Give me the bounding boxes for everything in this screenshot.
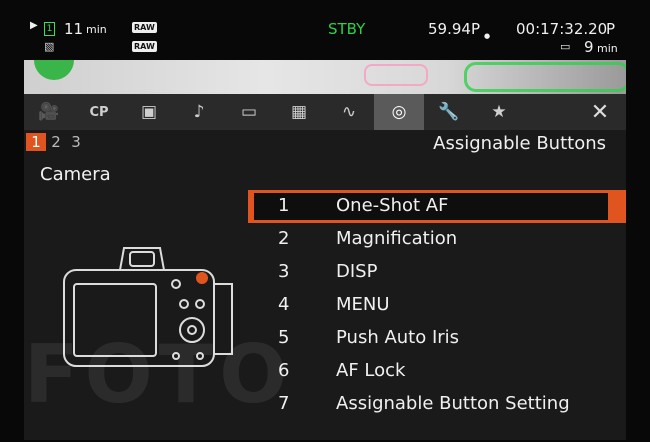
list-item[interactable]: 1 One-Shot AF [248,190,626,223]
page-indicator: 123 [26,133,86,151]
tab-frame[interactable]: ▭ [224,94,274,130]
record-arrow-icon: ▶ [30,20,38,31]
picture-style-icon: ▦ [290,102,308,122]
page-title: Assignable Buttons [433,133,606,154]
wrench-icon: 🔧 [438,102,460,122]
item-label: MENU [336,294,390,315]
list-item[interactable]: 3 DISP [248,256,626,289]
item-number: 6 [278,360,290,381]
rec-time: 11 [64,20,84,38]
tab-movie-camera[interactable]: 🎥 [24,94,74,130]
focus-peaking-mark [34,60,74,80]
raw-badge-1: RAW [132,22,157,33]
camera-settings-icon: ▣ [140,102,158,122]
menu-tabs: 🎥 CP ▣ ♪ ▭ ▦ ∿ ◎ 🔧 ★ ✕ [24,94,626,130]
star-icon: ★ [491,102,507,122]
rec-unit: min [86,23,107,36]
list-item[interactable]: 4 MENU [248,289,626,322]
tab-camera-settings[interactable]: ▣ [124,94,174,130]
raw-badge-2: RAW [132,41,157,52]
page-2[interactable]: 2 [46,133,66,151]
audio-icon: ♪ [193,102,205,122]
item-label: One-Shot AF [336,195,449,216]
tab-custom-function[interactable]: ◎ [374,94,424,130]
close-button[interactable]: ✕ [580,94,620,130]
card-slot-icon: 1 [44,22,55,36]
timecode: 00:17:32.20 [516,20,608,38]
item-label: Assignable Button Setting [336,393,570,414]
tab-audio[interactable]: ♪ [174,94,224,130]
battery-unit: min [597,42,618,55]
battery-time: 9 [584,38,594,56]
item-number: 5 [278,327,290,348]
battery-icon: ▭ [560,40,571,53]
frame-rate: 59.94P [428,20,480,38]
page-3[interactable]: 3 [66,133,86,151]
item-label: Push Auto Iris [336,327,460,348]
list-item[interactable]: 6 AF Lock [248,355,626,388]
list-item[interactable]: 7 Assignable Button Setting [248,388,626,421]
list-item[interactable]: 5 Push Auto Iris [248,322,626,355]
standby-status: STBY [328,20,366,38]
item-label: Magnification [336,228,458,249]
frame-icon: ▭ [240,102,258,122]
waveform-icon: ∿ [341,102,357,122]
tab-waveform[interactable]: ∿ [324,94,374,130]
item-number: 2 [278,228,290,249]
item-number: 7 [278,393,290,414]
live-view-strip [24,60,626,94]
zebra-mark [364,64,428,86]
list-item[interactable]: 2 Magnification [248,223,626,256]
item-number: 4 [278,294,290,315]
tab-wrench[interactable]: 🔧 [424,94,474,130]
focus-peaking-outline [464,62,626,92]
custom-function-icon: ◎ [391,102,407,122]
assignable-button-list: 1 One-Shot AF 2 Magnification 3 DISP 4 M… [248,190,626,421]
status-bar: ▶ 1 11 min ▧ RAW RAW STBY 59.94P ● 00:17… [0,0,650,58]
cp-icon: CP [89,104,109,120]
section-label: Camera [40,164,111,185]
menu-screen: 🎥 CP ▣ ♪ ▭ ▦ ∿ ◎ 🔧 ★ ✕ 123 Assignable Bu… [24,60,626,440]
tab-cp[interactable]: CP [74,94,124,130]
item-number: 3 [278,261,290,282]
item-label: AF Lock [336,360,406,381]
dot-indicator: ● [484,32,491,40]
movie-camera-icon: 🎥 [38,102,60,122]
card2-icon: ▧ [44,40,55,53]
item-label: DISP [336,261,378,282]
tab-my-menu[interactable]: ★ [474,94,524,130]
tab-picture-style[interactable]: ▦ [274,94,324,130]
timecode-flag: P [606,20,616,38]
item-number: 1 [278,195,290,216]
close-icon: ✕ [590,99,610,125]
page-1[interactable]: 1 [26,133,46,151]
